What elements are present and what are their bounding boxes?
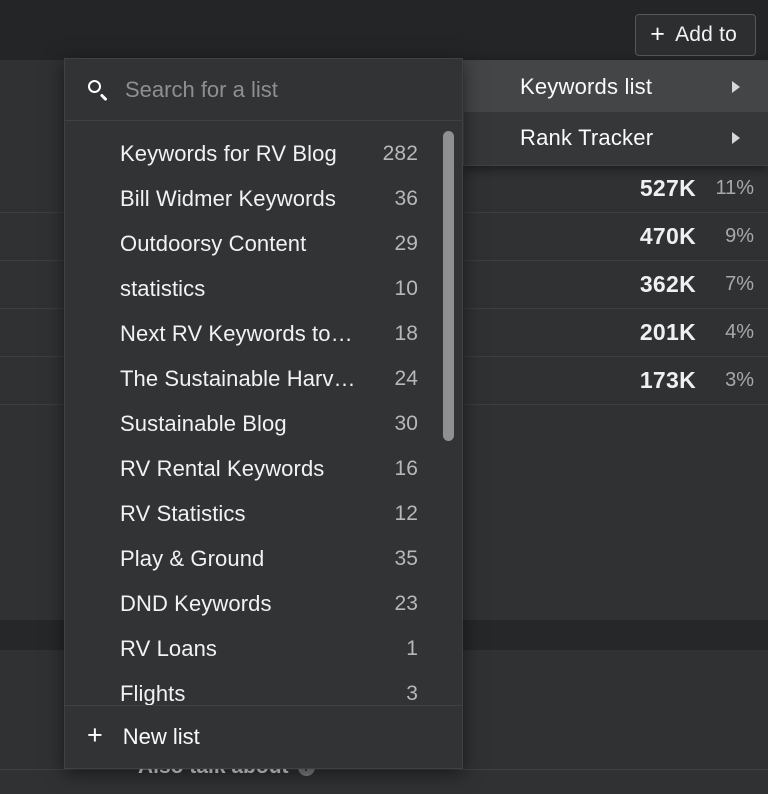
search-icon	[87, 79, 109, 101]
list-item-label: RV Rental Keywords	[120, 456, 394, 482]
search-bar	[65, 59, 462, 121]
table-row: 527K 11%	[462, 165, 768, 213]
table-row: 173K 3%	[462, 357, 768, 405]
divider	[0, 769, 768, 770]
list-item-label: Keywords for RV Blog	[120, 141, 383, 167]
list-scrollbar-thumb[interactable]	[443, 131, 454, 441]
list-items: Keywords for RV Blog 282 Bill Widmer Key…	[65, 121, 462, 705]
list-item[interactable]: Next RV Keywords to… 18	[65, 311, 462, 356]
plus-icon: +	[87, 722, 103, 749]
submenu-item-label: Keywords list	[520, 74, 652, 100]
list-item-count: 23	[394, 592, 418, 616]
plus-icon: +	[650, 22, 665, 47]
percent-value: 7%	[710, 273, 754, 296]
list-item-label: RV Loans	[120, 636, 406, 662]
list-item-count: 282	[383, 142, 418, 166]
list-item-count: 30	[394, 412, 418, 436]
list-item[interactable]: RV Rental Keywords 16	[65, 446, 462, 491]
list-item-count: 35	[394, 547, 418, 571]
list-item-count: 16	[394, 457, 418, 481]
chevron-right-icon	[732, 81, 740, 93]
list-item-label: RV Statistics	[120, 501, 394, 527]
list-item[interactable]: The Sustainable Harv… 24	[65, 356, 462, 401]
submenu-item-rank-tracker[interactable]: Rank Tracker	[464, 112, 768, 163]
list-item-label: statistics	[120, 276, 394, 302]
new-list-label: New list	[123, 724, 200, 750]
list-item-label: Play & Ground	[120, 546, 394, 572]
add-to-submenu: Keywords list Rank Tracker	[463, 60, 768, 166]
list-item-count: 3	[406, 682, 418, 706]
list-item-count: 12	[394, 502, 418, 526]
list-item[interactable]: Play & Ground 35	[65, 536, 462, 581]
list-item[interactable]: RV Loans 1	[65, 626, 462, 671]
keywords-list-dropdown: Keywords for RV Blog 282 Bill Widmer Key…	[64, 58, 463, 769]
background-table: 527K 11% 470K 9% 362K 7% 201K 4% 173K 3%	[462, 165, 768, 405]
volume-value: 201K	[640, 319, 696, 346]
submenu-item-keywords-list[interactable]: Keywords list	[464, 61, 768, 112]
new-list-button[interactable]: + New list	[65, 705, 462, 768]
list-item-label: The Sustainable Harv…	[120, 366, 394, 392]
volume-value: 527K	[640, 175, 696, 202]
list-item[interactable]: Outdoorsy Content 29	[65, 221, 462, 266]
volume-value: 470K	[640, 223, 696, 250]
list-item[interactable]: RV Statistics 12	[65, 491, 462, 536]
percent-value: 4%	[710, 321, 754, 344]
list-item-label: Outdoorsy Content	[120, 231, 394, 257]
list-item-label: Sustainable Blog	[120, 411, 394, 437]
search-input[interactable]	[125, 77, 444, 103]
list-scroll-area: Keywords for RV Blog 282 Bill Widmer Key…	[65, 121, 462, 705]
table-row: 201K 4%	[462, 309, 768, 357]
table-row: 362K 7%	[462, 261, 768, 309]
percent-value: 11%	[710, 177, 754, 200]
list-item-count: 24	[394, 367, 418, 391]
list-item-count: 1	[406, 637, 418, 661]
list-item-label: Bill Widmer Keywords	[120, 186, 394, 212]
add-to-button[interactable]: + Add to	[635, 14, 756, 56]
list-item-label: DND Keywords	[120, 591, 394, 617]
list-item[interactable]: Sustainable Blog 30	[65, 401, 462, 446]
list-item[interactable]: DND Keywords 23	[65, 581, 462, 626]
list-item-count: 29	[394, 232, 418, 256]
list-item[interactable]: Bill Widmer Keywords 36	[65, 176, 462, 221]
list-item[interactable]: Flights 3	[65, 671, 462, 705]
list-item-count: 10	[394, 277, 418, 301]
percent-value: 9%	[710, 225, 754, 248]
table-row: 470K 9%	[462, 213, 768, 261]
list-item-count: 36	[394, 187, 418, 211]
percent-value: 3%	[710, 369, 754, 392]
add-to-label: Add to	[675, 23, 737, 47]
list-item[interactable]: Keywords for RV Blog 282	[65, 131, 462, 176]
list-item-count: 18	[394, 322, 418, 346]
list-scrollbar[interactable]	[443, 129, 454, 697]
chevron-right-icon	[732, 132, 740, 144]
volume-value: 173K	[640, 367, 696, 394]
submenu-item-label: Rank Tracker	[520, 125, 653, 151]
volume-value: 362K	[640, 271, 696, 298]
list-item[interactable]: statistics 10	[65, 266, 462, 311]
list-item-label: Next RV Keywords to…	[120, 321, 394, 347]
list-item-label: Flights	[120, 681, 406, 706]
